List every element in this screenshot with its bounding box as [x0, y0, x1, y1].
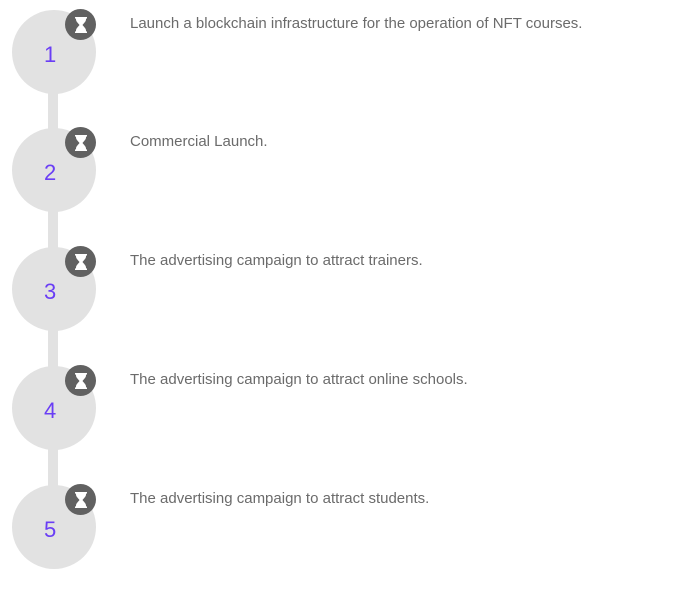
step-description: The advertising campaign to attract onli…	[130, 371, 468, 388]
hourglass-icon	[65, 365, 96, 396]
hourglass-icon	[65, 484, 96, 515]
step-description: Launch a blockchain infrastructure for t…	[130, 15, 583, 32]
step-number: 2	[44, 160, 57, 185]
step-description: The advertising campaign to attract trai…	[130, 252, 423, 269]
timeline-step-3: 3 The advertising campaign to attract tr…	[0, 237, 689, 355]
hourglass-icon	[65, 9, 96, 40]
step-description: Commercial Launch.	[130, 133, 268, 150]
timeline-step-2: 2 Commercial Launch.	[0, 118, 689, 236]
roadmap-timeline: 1 Launch a blockchain infrastructure for…	[0, 0, 689, 569]
step-number: 3	[44, 279, 57, 304]
step-number: 4	[44, 398, 57, 423]
hourglass-icon	[65, 246, 96, 277]
step-description: The advertising campaign to attract stud…	[130, 490, 430, 507]
step-number: 5	[44, 517, 57, 542]
timeline-step-5: 5 The advertising campaign to attract st…	[0, 475, 689, 593]
hourglass-icon	[65, 127, 96, 158]
step-number: 1	[44, 42, 57, 67]
timeline-step-1: 1 Launch a blockchain infrastructure for…	[0, 0, 689, 118]
timeline-step-4: 4 The advertising campaign to attract on…	[0, 356, 689, 474]
